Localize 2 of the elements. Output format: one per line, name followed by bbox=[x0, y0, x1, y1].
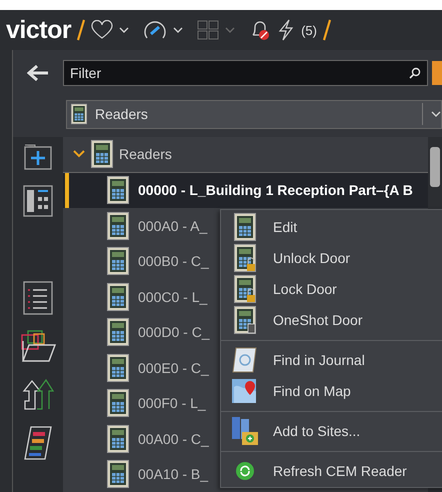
app-logo: victor bbox=[6, 16, 72, 44]
alarm-count: (5) bbox=[301, 22, 317, 38]
